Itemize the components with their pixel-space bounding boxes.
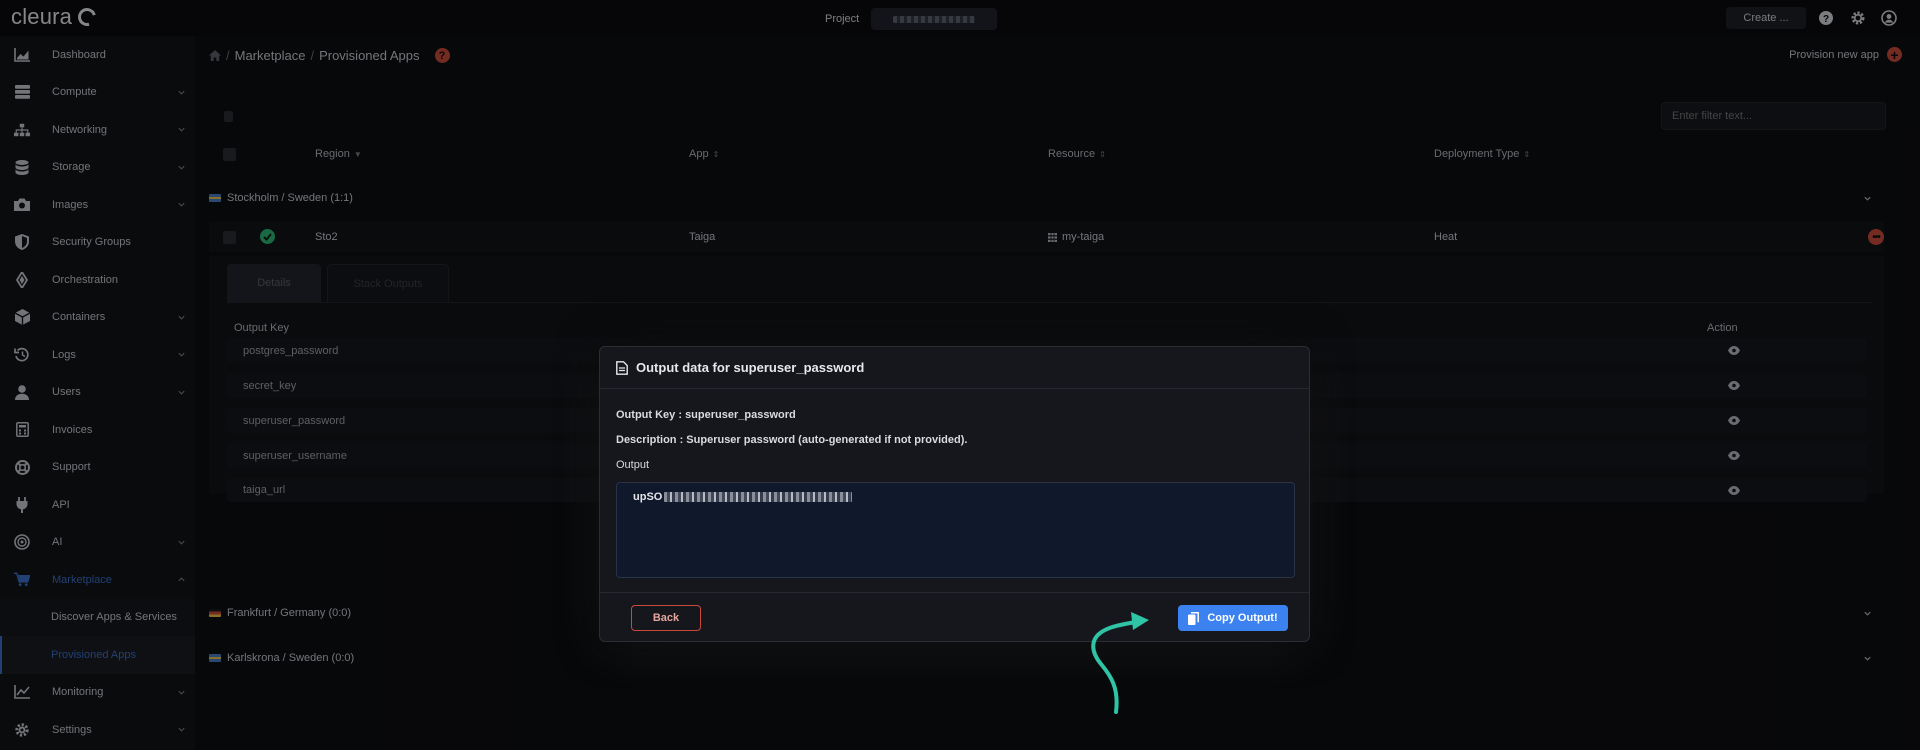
output-key-line: Output Key : superuser_password bbox=[616, 409, 796, 421]
output-value-prefix: upSO bbox=[633, 491, 663, 503]
back-button[interactable]: Back bbox=[631, 605, 701, 631]
copy-output-label: Copy Output! bbox=[1207, 612, 1278, 624]
output-key-label: Output Key : bbox=[616, 409, 686, 421]
output-label: Output bbox=[616, 459, 650, 471]
description-line: Description : Superuser password (auto-g… bbox=[616, 434, 967, 446]
description-value: Superuser password (auto-generated if no… bbox=[686, 434, 968, 446]
app-root: cleura Project Create ... ? Dashboard Co… bbox=[0, 0, 1920, 750]
output-key-value: superuser_password bbox=[685, 409, 796, 421]
annotation-arrow-icon bbox=[1091, 612, 1149, 714]
description-label: Description : bbox=[616, 434, 687, 446]
output-data-modal: Output data for superuser_password Outpu… bbox=[599, 346, 1310, 642]
modal-title: Output data for superuser_password bbox=[636, 360, 865, 375]
copy-output-button[interactable]: Copy Output! bbox=[1178, 605, 1288, 631]
copy-icon bbox=[1188, 611, 1200, 625]
output-value: upSO bbox=[633, 491, 853, 503]
document-icon bbox=[616, 360, 628, 375]
output-value-redacted bbox=[664, 492, 853, 502]
modal-header: Output data for superuser_password bbox=[600, 347, 1309, 389]
modal-body: Output Key : superuser_password Descript… bbox=[600, 389, 1309, 593]
output-textarea[interactable]: upSO bbox=[616, 482, 1295, 578]
